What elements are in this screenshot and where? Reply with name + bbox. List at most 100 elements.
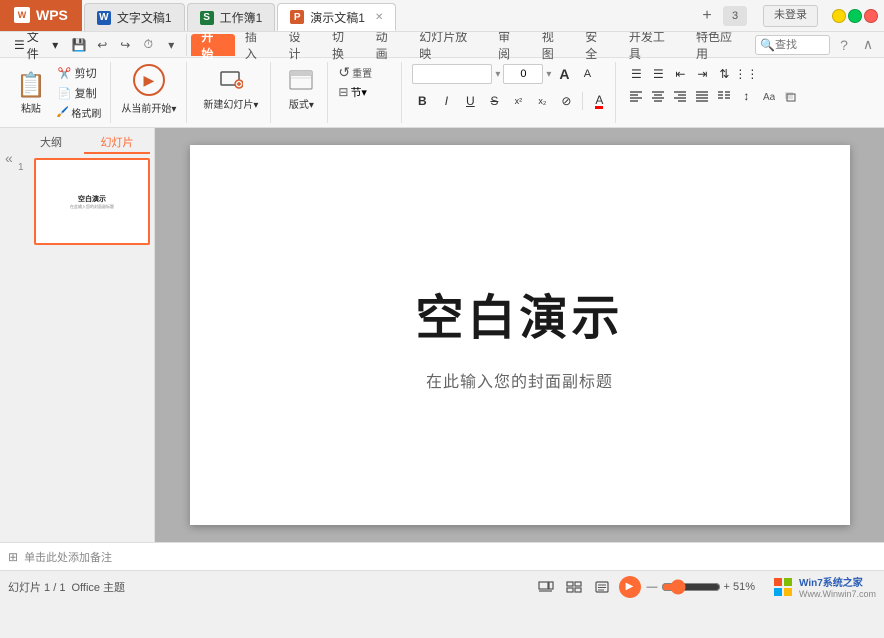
tab-xls[interactable]: S 工作簿1 (187, 3, 276, 31)
zoom-minus[interactable]: — (647, 581, 658, 593)
layout-button[interactable]: 版式▾ (281, 64, 321, 113)
login-button[interactable]: 未登录 (763, 5, 818, 27)
align-left-button[interactable] (626, 86, 646, 106)
slideshow-play-button[interactable]: ▶ (619, 576, 641, 598)
ribbon-tab-view[interactable]: 视图 (532, 34, 576, 56)
new-tab-button[interactable]: + (695, 4, 719, 28)
justify-button[interactable] (692, 86, 712, 106)
history-button[interactable]: ⏱ (137, 34, 159, 56)
notes-placeholder[interactable]: 单击此处添加备注 (24, 549, 112, 565)
collapse-ribbon-button[interactable]: ∧ (858, 35, 878, 55)
quick-access-arrow[interactable]: ▾ (160, 34, 182, 56)
save-button[interactable]: 💾 (68, 34, 90, 56)
ribbon-tab-home[interactable]: 开始 (191, 34, 235, 56)
ribbon-tab-special[interactable]: 特色应用 (686, 34, 753, 56)
zoom-plus[interactable]: + (724, 581, 730, 593)
line-spacing-button[interactable]: ↕ (736, 86, 756, 106)
cut-button[interactable]: ✂️ 剪切 (54, 64, 104, 82)
ribbon-tab-design[interactable]: 设计 (278, 34, 322, 56)
font-size-decrease-button[interactable]: A (577, 64, 597, 84)
tab-ppt[interactable]: P 演示文稿1 ✕ (277, 3, 396, 31)
tab-doc[interactable]: W 文字文稿1 (84, 3, 185, 31)
font-size-input[interactable]: 0 (503, 64, 543, 84)
wps-logo-button[interactable]: W WPS (0, 0, 82, 31)
font-size-increase-button[interactable]: A (554, 64, 574, 84)
close-button[interactable] (864, 9, 878, 23)
help-button[interactable]: ? (834, 35, 854, 55)
font-color-button[interactable]: A (589, 91, 609, 111)
copy-button[interactable]: 📄 复制 (54, 84, 104, 102)
numbering-button[interactable]: ☰ (648, 64, 668, 84)
panel-tab-outline[interactable]: 大纲 (18, 132, 84, 154)
tab-xls-label: 工作簿1 (220, 9, 263, 26)
ribbon: 📋 粘贴 ✂️ 剪切 📄 复制 🖌️ 格式刷 (0, 58, 884, 128)
tab-ppt-close[interactable]: ✕ (375, 12, 383, 23)
bullets-button[interactable]: ☰ (626, 64, 646, 84)
new-slide-button[interactable]: 新建幻灯片▾ (197, 64, 264, 113)
italic-button[interactable]: I (436, 91, 456, 111)
search-input[interactable] (775, 39, 825, 51)
text-direction-button[interactable]: Aa (758, 86, 778, 106)
svg-text:Aa: Aa (763, 92, 775, 102)
shadow-button[interactable] (780, 86, 800, 106)
menu-hamburger[interactable]: ☰ 文件 ▾ (6, 34, 66, 56)
paste-button[interactable]: 📋 粘贴 (12, 69, 50, 117)
format-painter-button[interactable]: 🖌️ 格式刷 (54, 104, 104, 121)
paragraph-group: ☰ ☰ ⇤ ⇥ ⇅ ⋮⋮ (620, 62, 806, 123)
new-slide-icon (217, 66, 245, 94)
copy-icon: 📄 (58, 87, 72, 100)
slide-panel: « 大纲 幻灯片 1 空白演示 在此输入您的封面副标题 (0, 128, 155, 542)
ribbon-tab-security[interactable]: 安全 (575, 34, 619, 56)
ribbon-tab-devtools[interactable]: 开发工具 (619, 34, 686, 56)
reader-view-button[interactable] (591, 576, 613, 598)
direction-button[interactable]: ⇅ (714, 64, 734, 84)
subscript-button[interactable]: x₂ (532, 91, 552, 111)
ribbon-tab-review[interactable]: 审阅 (488, 34, 532, 56)
redo-button[interactable]: ↪ (114, 34, 136, 56)
ribbon-tab-animation[interactable]: 动画 (366, 34, 410, 56)
increase-indent-button[interactable]: ⇥ (692, 64, 712, 84)
reset-group: ↺ 重置 ⊟ 节▾ (332, 62, 402, 123)
panel-tab-slides[interactable]: 幻灯片 (84, 132, 150, 154)
clipboard-small-buttons: ✂️ 剪切 📄 复制 🖌️ 格式刷 (54, 64, 104, 121)
slide-thumb-item-1: 1 空白演示 在此输入您的封面副标题 (18, 158, 150, 245)
minimize-button[interactable] (832, 9, 846, 23)
play-button[interactable]: ▶ (133, 64, 165, 96)
collapse-panel-button[interactable]: « (3, 148, 15, 168)
format-painter-icon: 🖌️ (57, 107, 69, 118)
bold-button[interactable]: B (412, 91, 432, 111)
titlebar-tabs: W WPS W 文字文稿1 S 工作簿1 P 演示文稿1 ✕ (0, 0, 695, 31)
search-box[interactable]: 🔍 (755, 35, 830, 55)
decrease-indent-button[interactable]: ⇤ (670, 64, 690, 84)
search-icon: 🔍 (760, 38, 775, 52)
undo-button[interactable]: ↩ (91, 34, 113, 56)
font-name-input[interactable] (412, 64, 492, 84)
grid-view-button[interactable] (563, 576, 585, 598)
section-icon: ⊟ (338, 85, 348, 99)
clipboard-group: 📋 粘贴 ✂️ 剪切 📄 复制 🖌️ 格式刷 (6, 62, 111, 123)
ribbon-tab-slideshow[interactable]: 幻灯片放映 (409, 34, 488, 56)
align-center-button[interactable] (648, 86, 668, 106)
clipboard-top: 📋 粘贴 ✂️ 剪切 📄 复制 🖌️ 格式刷 (12, 64, 104, 121)
windows-logo (769, 577, 797, 597)
underline-button[interactable]: U (460, 91, 480, 111)
reset-icon: ↺ (338, 64, 350, 81)
theme-label: Office 主题 (71, 579, 125, 595)
zoom-slider[interactable] (661, 579, 721, 595)
slide-main-title[interactable]: 空白演示 (415, 278, 623, 348)
clear-format-button[interactable]: ⊘ (556, 91, 576, 111)
slide-sub-title[interactable]: 在此输入您的封面副标题 (426, 368, 613, 392)
normal-view-button[interactable] (535, 576, 557, 598)
more-paragraph-button[interactable]: ⋮⋮ (736, 64, 756, 84)
slide-canvas[interactable]: 空白演示 在此输入您的封面副标题 (190, 145, 850, 525)
maximize-button[interactable] (848, 9, 862, 23)
ribbon-tab-transition[interactable]: 切换 (322, 34, 366, 56)
canvas-area: 空白演示 在此输入您的封面副标题 (155, 128, 884, 542)
ribbon-body: 📋 粘贴 ✂️ 剪切 📄 复制 🖌️ 格式刷 (0, 58, 884, 127)
column-button[interactable] (714, 86, 734, 106)
strikethrough-button[interactable]: S (484, 91, 504, 111)
superscript-button[interactable]: x² (508, 91, 528, 111)
slide-thumbnail-1[interactable]: 空白演示 在此输入您的封面副标题 (34, 158, 150, 245)
ribbon-tab-insert[interactable]: 插入 (235, 34, 279, 56)
align-right-button[interactable] (670, 86, 690, 106)
